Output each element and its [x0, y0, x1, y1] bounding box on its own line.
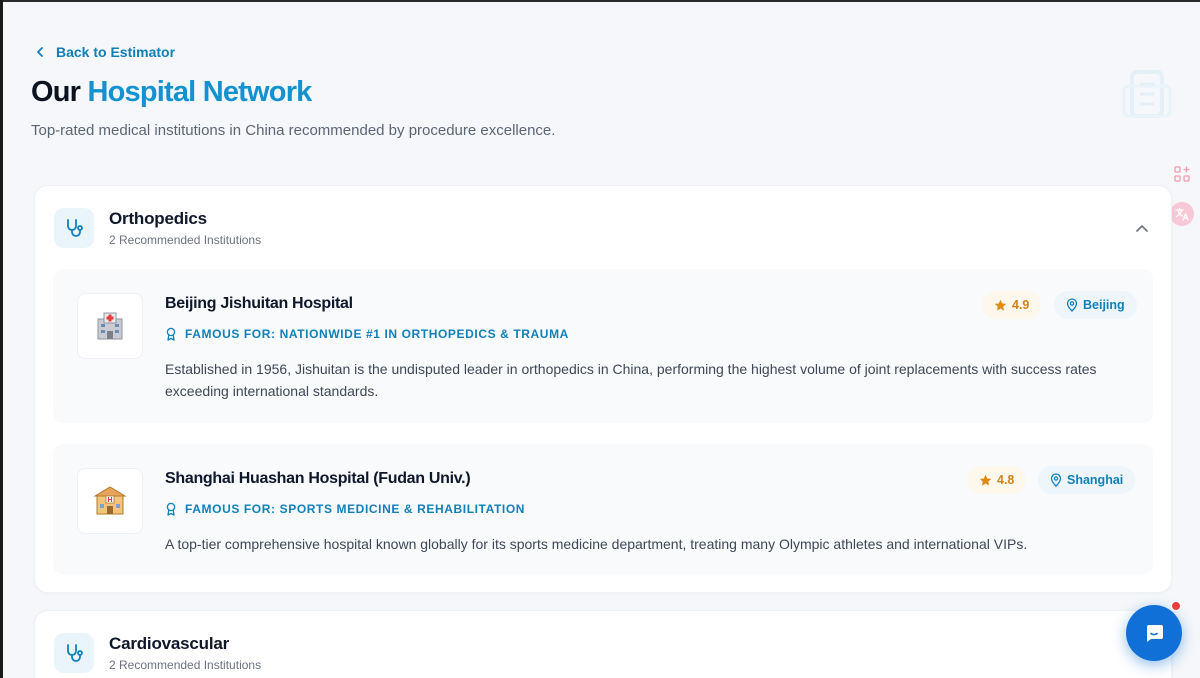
page-title-highlight: Hospital Network: [87, 76, 312, 108]
rating-badge: 4.8: [967, 466, 1027, 494]
stethoscope-icon: [54, 633, 94, 673]
category-title: Orthopedics: [109, 209, 207, 228]
star-icon: [979, 474, 992, 486]
award-ribbon-icon: [166, 327, 176, 341]
page-title: Our Hospital Network: [31, 76, 312, 109]
category-card-cardiovascular[interactable]: Cardiovascular 2 Recommended Institution…: [34, 610, 1172, 678]
award-ribbon-icon: [166, 502, 176, 516]
map-pin-icon: [1050, 473, 1062, 487]
building-watermark-icon: [1122, 70, 1172, 118]
hospital-logo: H: [77, 468, 143, 534]
chevron-left-icon: [37, 47, 43, 57]
notification-dot: [1171, 601, 1181, 611]
category-count: 2 Recommended Institutions: [109, 658, 262, 672]
chat-bubble-icon: [1147, 625, 1163, 642]
famous-for-value: NATIONWIDE #1 IN ORTHOPEDICS & TRAUMA: [279, 327, 569, 341]
chat-button[interactable]: [1126, 605, 1182, 661]
translate-icon[interactable]: [1170, 202, 1194, 226]
location-city: Beijing: [1083, 298, 1125, 312]
famous-for-line: FAMOUS FOR: NATIONWIDE #1 IN ORTHOPEDICS …: [165, 327, 569, 341]
category-count: 2 Recommended Institutions: [109, 233, 262, 247]
location-city: Shanghai: [1067, 473, 1124, 487]
hospital-name: Beijing Jishuitan Hospital: [165, 295, 353, 312]
hospital-card[interactable]: Beijing Jishuitan Hospital FAMOUS FOR: NA…: [53, 269, 1153, 423]
svg-text:H: H: [107, 497, 112, 504]
rating-value: 4.8: [997, 473, 1015, 487]
category-title: Cardiovascular: [109, 634, 230, 653]
star-icon: [994, 299, 1007, 311]
page-title-lead: Our: [31, 76, 81, 108]
category-card-orthopedics: Orthopedics 2 Recommended Institutions B…: [34, 185, 1172, 593]
famous-for-label: FAMOUS FOR:: [185, 502, 276, 516]
hospital-name: Shanghai Huashan Hospital (Fudan Univ.): [165, 470, 471, 487]
famous-for-value: SPORTS MEDICINE & REHABILITATION: [279, 502, 526, 516]
rating-value: 4.9: [1012, 298, 1030, 312]
hospital-logo: [77, 293, 143, 359]
hospital-description: A top-tier comprehensive hospital known …: [165, 536, 1028, 552]
location-badge: Beijing: [1054, 291, 1137, 319]
rating-badge: 4.9: [982, 291, 1042, 319]
famous-for-line: FAMOUS FOR: SPORTS MEDICINE & REHABILITAT…: [165, 502, 525, 516]
map-pin-icon: [1066, 298, 1078, 312]
back-to-estimator-link[interactable]: Back to Estimator: [34, 44, 175, 60]
page-subtitle: Top-rated medical institutions in China …: [31, 122, 556, 139]
chevron-up-icon[interactable]: [1133, 220, 1151, 238]
hospital-card[interactable]: H Shanghai Huashan Hospital (Fudan Univ.…: [53, 444, 1153, 574]
window-top-edge: [0, 0, 1200, 2]
hospital-description: Established in 1956, Jishuitan is the un…: [165, 361, 1097, 399]
location-badge: Shanghai: [1038, 466, 1136, 494]
famous-for-label: FAMOUS FOR:: [185, 327, 276, 341]
apps-grid-icon[interactable]: [1170, 162, 1194, 186]
back-link-label: Back to Estimator: [56, 44, 176, 60]
stethoscope-icon: [54, 208, 94, 248]
window-left-edge: [0, 0, 3, 678]
